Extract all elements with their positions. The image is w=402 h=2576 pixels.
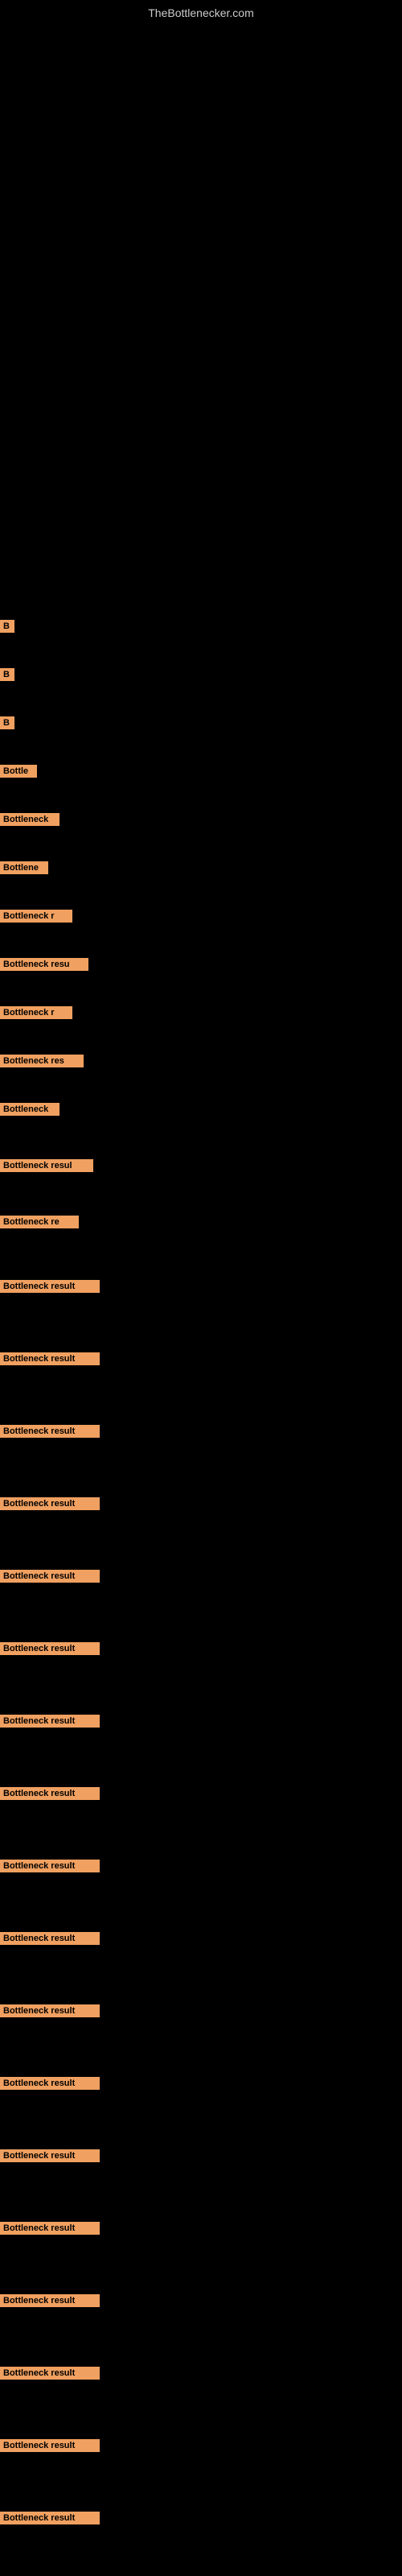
bottleneck-label-31[interactable]: Bottleneck result [0, 2512, 100, 2524]
bottleneck-label-29[interactable]: Bottleneck result [0, 2367, 100, 2380]
label-row-23: Bottleneck result [0, 1932, 100, 1949]
bottleneck-label-23[interactable]: Bottleneck result [0, 1932, 100, 1945]
bottleneck-label-24[interactable]: Bottleneck result [0, 2004, 100, 2017]
label-row-29: Bottleneck result [0, 2367, 100, 2384]
label-row-9: Bottleneck r [0, 1006, 72, 1023]
bottleneck-label-13[interactable]: Bottleneck re [0, 1216, 79, 1228]
bottleneck-label-3[interactable]: B [0, 716, 14, 729]
bottleneck-label-6[interactable]: Bottlene [0, 861, 48, 874]
label-row-3: B [0, 716, 14, 733]
bottleneck-label-9[interactable]: Bottleneck r [0, 1006, 72, 1019]
label-row-30: Bottleneck result [0, 2439, 100, 2456]
bottleneck-label-27[interactable]: Bottleneck result [0, 2222, 100, 2235]
bottleneck-label-14[interactable]: Bottleneck result [0, 1280, 100, 1293]
label-row-5: Bottleneck [0, 813, 59, 830]
bottleneck-label-18[interactable]: Bottleneck result [0, 1570, 100, 1583]
label-row-13: Bottleneck re [0, 1216, 79, 1232]
bottleneck-label-25[interactable]: Bottleneck result [0, 2077, 100, 2090]
bottleneck-label-1[interactable]: B [0, 620, 14, 633]
label-row-20: Bottleneck result [0, 1715, 100, 1732]
bottleneck-label-19[interactable]: Bottleneck result [0, 1642, 100, 1655]
bottleneck-label-20[interactable]: Bottleneck result [0, 1715, 100, 1728]
label-row-17: Bottleneck result [0, 1497, 100, 1514]
label-row-25: Bottleneck result [0, 2077, 100, 2094]
label-row-11: Bottleneck [0, 1103, 59, 1120]
site-title: TheBottlenecker.com [0, 0, 402, 26]
bottleneck-label-30[interactable]: Bottleneck result [0, 2439, 100, 2452]
bottleneck-label-17[interactable]: Bottleneck result [0, 1497, 100, 1510]
label-row-16: Bottleneck result [0, 1425, 100, 1442]
label-row-14: Bottleneck result [0, 1280, 100, 1297]
label-row-27: Bottleneck result [0, 2222, 100, 2239]
bottleneck-label-10[interactable]: Bottleneck res [0, 1055, 84, 1067]
label-row-12: Bottleneck resul [0, 1159, 93, 1176]
label-row-31: Bottleneck result [0, 2512, 100, 2529]
bottleneck-label-5[interactable]: Bottleneck [0, 813, 59, 826]
label-row-19: Bottleneck result [0, 1642, 100, 1659]
label-row-26: Bottleneck result [0, 2149, 100, 2166]
label-row-21: Bottleneck result [0, 1787, 100, 1804]
bottleneck-label-11[interactable]: Bottleneck [0, 1103, 59, 1116]
bottleneck-label-28[interactable]: Bottleneck result [0, 2294, 100, 2307]
label-row-24: Bottleneck result [0, 2004, 100, 2021]
label-row-7: Bottleneck r [0, 910, 72, 927]
label-row-2: B [0, 668, 14, 685]
label-row-10: Bottleneck res [0, 1055, 84, 1071]
label-row-4: Bottle [0, 765, 37, 782]
bottleneck-label-12[interactable]: Bottleneck resul [0, 1159, 93, 1172]
label-row-28: Bottleneck result [0, 2294, 100, 2311]
bottleneck-label-21[interactable]: Bottleneck result [0, 1787, 100, 1800]
label-row-18: Bottleneck result [0, 1570, 100, 1587]
label-row-15: Bottleneck result [0, 1352, 100, 1369]
bottleneck-label-15[interactable]: Bottleneck result [0, 1352, 100, 1365]
bottleneck-label-22[interactable]: Bottleneck result [0, 1860, 100, 1872]
bottleneck-label-26[interactable]: Bottleneck result [0, 2149, 100, 2162]
bottleneck-label-4[interactable]: Bottle [0, 765, 37, 778]
bottleneck-label-7[interactable]: Bottleneck r [0, 910, 72, 923]
bottleneck-label-8[interactable]: Bottleneck resu [0, 958, 88, 971]
label-row-8: Bottleneck resu [0, 958, 88, 975]
label-row-6: Bottlene [0, 861, 48, 878]
bottleneck-label-16[interactable]: Bottleneck result [0, 1425, 100, 1438]
bottleneck-label-2[interactable]: B [0, 668, 14, 681]
label-row-22: Bottleneck result [0, 1860, 100, 1876]
label-row-1: B [0, 620, 14, 637]
